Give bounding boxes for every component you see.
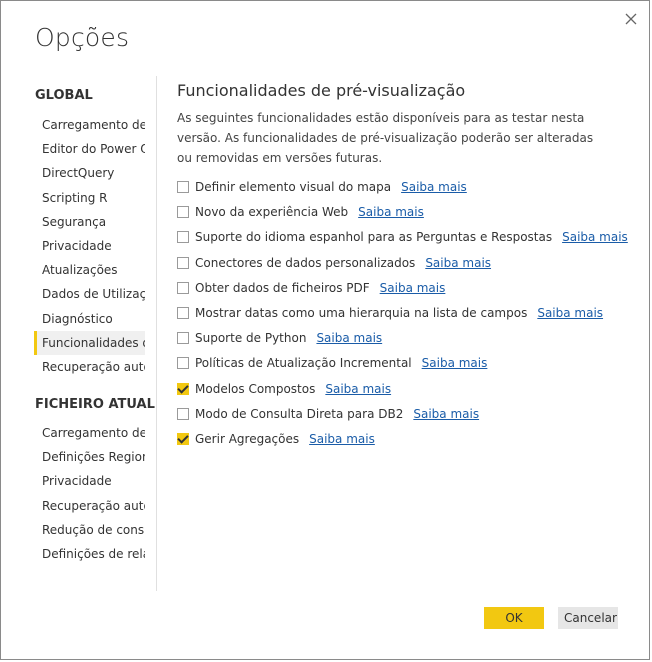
section-title: Funcionalidades de pré-visualização	[177, 81, 466, 100]
learn-more-link[interactable]: Saiba mais	[537, 306, 603, 320]
feature-row: Conectores de dados personalizados Saiba …	[177, 253, 491, 273]
feature-checkbox[interactable]	[177, 181, 189, 193]
feature-label: Mostrar datas como uma hierarquia na lis…	[195, 306, 528, 320]
options-dialog: Opções GLOBAL Carregamento de DEditor do…	[0, 0, 650, 660]
feature-label: Obter dados de ficheiros PDF	[195, 280, 370, 295]
feature-label: Políticas de Atualização Incremental	[195, 356, 412, 371]
feature-checkbox[interactable]	[177, 206, 189, 219]
feature-row: Suporte de Python Saiba mais	[177, 328, 382, 348]
feature-checkbox[interactable]	[177, 231, 189, 244]
feature-checkbox[interactable]	[177, 407, 189, 420]
learn-more-link[interactable]: Saiba mais	[401, 180, 467, 194]
feature-row: Obter dados de ficheiros PDF Saiba mais	[177, 278, 445, 298]
learn-more-link[interactable]: Saiba mais	[425, 256, 491, 270]
feature-checkbox[interactable]	[177, 332, 189, 345]
learn-more-link[interactable]: Saiba mais	[422, 356, 488, 370]
feature-label: Suporte de Python	[195, 331, 307, 346]
sidebar-global-item[interactable]: Privacidade	[34, 234, 145, 258]
feature-checkbox[interactable]	[177, 357, 189, 370]
feature-checkbox[interactable]	[177, 307, 189, 319]
feature-checkbox[interactable]	[177, 382, 189, 395]
sidebar-file-item[interactable]: Recuperação autom	[34, 494, 145, 518]
feature-label: Suporte do idioma espanhol para as Pergu…	[195, 230, 553, 245]
learn-more-link[interactable]: Saiba mais	[325, 382, 391, 396]
learn-more-link[interactable]: Saiba mais	[316, 331, 382, 345]
options-sidebar: GLOBAL Carregamento de DEditor do Power …	[34, 76, 157, 591]
feature-row: Modo de Consulta Direta para DB2 Saiba ma…	[177, 404, 479, 424]
feature-row: Políticas de Atualização Incremental Saib…	[177, 353, 487, 373]
close-icon[interactable]	[621, 9, 641, 29]
feature-label: Novo da experiência Web	[195, 205, 349, 220]
feature-checkbox[interactable]	[177, 433, 189, 445]
sidebar-global-item[interactable]: DirectQuery	[34, 161, 145, 185]
sidebar-file-item[interactable]: Privacidade	[34, 469, 145, 493]
sidebar-global-item[interactable]: Dados de Utilizaçã	[34, 282, 145, 306]
feature-checkbox[interactable]	[177, 281, 189, 294]
sidebar-file-item[interactable]: Redução de consult	[34, 518, 145, 542]
feature-label: Conectores de dados personalizados	[195, 255, 416, 270]
feature-row: Mostrar datas como uma hierarquia na lis…	[177, 303, 603, 323]
feature-checkbox[interactable]	[177, 256, 189, 269]
sidebar-global-item[interactable]: Diagnóstico	[34, 307, 145, 331]
section-description: As seguintes funcionalidades estão dispo…	[177, 111, 594, 165]
sidebar-global-item[interactable]: Scripting R	[34, 186, 145, 210]
dialog-title: Opções	[35, 23, 130, 52]
learn-more-link[interactable]: Saiba mais	[309, 432, 375, 446]
feature-label: Definir elemento visual do mapa	[195, 180, 392, 194]
sidebar-global-item[interactable]: Atualizações	[34, 258, 145, 282]
sidebar-global-item[interactable]: Funcionalidades de	[34, 330, 145, 355]
sidebar-global-item[interactable]: Segurança	[34, 210, 145, 234]
learn-more-link[interactable]: Saiba mais	[358, 205, 424, 219]
sidebar-file-item[interactable]: Definições Regional	[34, 445, 145, 469]
learn-more-link[interactable]: Saiba mais	[562, 230, 628, 244]
feature-row: Modelos Compostos Saiba mais	[177, 379, 391, 399]
feature-label: Gerir Agregações	[195, 432, 300, 446]
sidebar-file-item[interactable]: Carregamento de D	[34, 421, 145, 445]
cancel-button[interactable]: Cancelar	[558, 607, 618, 629]
sidebar-heading-global: GLOBAL	[35, 88, 93, 103]
learn-more-link[interactable]: Saiba mais	[413, 407, 479, 421]
feature-row: Suporte do idioma espanhol para as Pergu…	[177, 227, 628, 247]
sidebar-heading-current-file: FICHEIRO ATUAL	[35, 397, 155, 412]
main-panel: Funcionalidades de pré-visualização As s…	[177, 81, 628, 446]
feature-label: Modo de Consulta Direta para DB2	[195, 406, 404, 421]
feature-row: Definir elemento visual do mapa Saiba mai…	[177, 177, 467, 197]
feature-row: Novo da experiência Web Saiba mais	[177, 202, 424, 222]
ok-button[interactable]: OK	[484, 607, 544, 629]
sidebar-global-item[interactable]: Recuperação autom	[34, 355, 145, 379]
sidebar-global-item[interactable]: Editor do Power Qu	[34, 137, 145, 161]
learn-more-link[interactable]: Saiba mais	[380, 281, 446, 295]
sidebar-file-item[interactable]: Definições de relató	[34, 542, 145, 566]
feature-label: Modelos Compostos	[195, 381, 316, 396]
feature-row: Gerir Agregações Saiba mais	[177, 429, 375, 449]
sidebar-global-item[interactable]: Carregamento de D	[34, 113, 145, 137]
